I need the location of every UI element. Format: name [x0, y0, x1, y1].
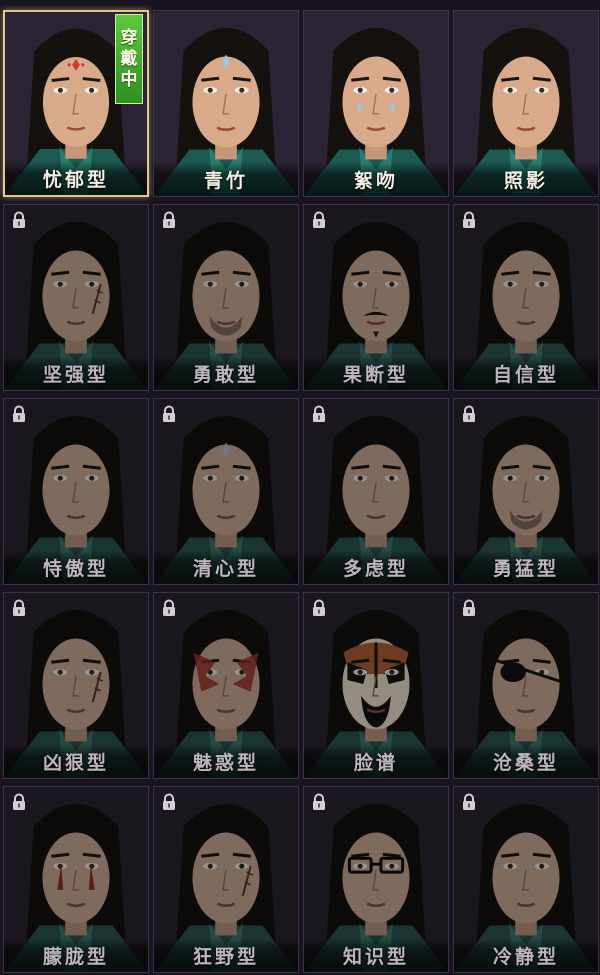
face-style-label: 知识型 [342, 945, 409, 968]
card-label-bar: 勇猛型 [454, 550, 598, 584]
face-style-label: 絮吻 [353, 169, 398, 192]
face-style-card[interactable]: 照影 [453, 10, 599, 197]
face-style-card[interactable]: 勇敢型 [153, 204, 299, 391]
face-style-label: 忧郁型 [42, 168, 109, 191]
face-style-label: 果断型 [342, 363, 409, 386]
card-label-bar: 多虑型 [304, 550, 448, 584]
face-style-card[interactable]: 凶狠型 [3, 592, 149, 779]
face-style-card[interactable]: 絮吻 [303, 10, 449, 197]
face-style-card[interactable]: 狂野型 [153, 786, 299, 973]
face-style-label: 坚强型 [42, 363, 109, 386]
card-label-bar: 青竹 [154, 162, 298, 196]
face-style-card[interactable]: 穿戴中忧郁型 [3, 10, 149, 197]
lock-icon [460, 793, 478, 811]
lock-icon [460, 599, 478, 617]
wearing-badge: 穿戴中 [115, 14, 143, 104]
lock-icon [10, 599, 28, 617]
card-label-bar: 狂野型 [154, 938, 298, 972]
face-style-label: 自信型 [492, 363, 559, 386]
face-style-label: 清心型 [192, 557, 259, 580]
face-style-label: 凶狠型 [42, 751, 109, 774]
face-style-label: 朦胧型 [42, 945, 109, 968]
face-style-label: 魅惑型 [192, 751, 259, 774]
face-style-card[interactable]: 恃傲型 [3, 398, 149, 585]
card-label-bar: 冷静型 [454, 938, 598, 972]
lock-icon [160, 793, 178, 811]
face-style-card[interactable]: 清心型 [153, 398, 299, 585]
card-label-bar: 知识型 [304, 938, 448, 972]
lock-icon [160, 211, 178, 229]
wearing-badge-char: 穿 [120, 27, 138, 48]
card-label-bar: 魅惑型 [154, 744, 298, 778]
wearing-badge-char: 戴 [120, 48, 138, 69]
face-style-label: 冷静型 [492, 945, 559, 968]
face-style-card[interactable]: 自信型 [453, 204, 599, 391]
face-style-label: 青竹 [203, 169, 248, 192]
face-style-card[interactable]: 冷静型 [453, 786, 599, 973]
lock-icon [160, 599, 178, 617]
face-style-label: 恃傲型 [42, 557, 109, 580]
face-style-card[interactable]: 沧桑型 [453, 592, 599, 779]
face-style-card[interactable]: 脸谱 [303, 592, 449, 779]
face-style-card[interactable]: 勇猛型 [453, 398, 599, 585]
face-style-card[interactable]: 青竹 [153, 10, 299, 197]
lock-icon [10, 793, 28, 811]
lock-icon [310, 793, 328, 811]
face-style-grid: 穿戴中忧郁型 青竹 絮吻 照影 坚强型 勇敢型 果断型 自信型 恃傲型 清心型 … [0, 0, 600, 975]
card-label-bar: 自信型 [454, 356, 598, 390]
card-label-bar: 恃傲型 [4, 550, 148, 584]
card-label-bar: 朦胧型 [4, 938, 148, 972]
card-label-bar: 忧郁型 [5, 161, 147, 195]
face-style-card[interactable]: 魅惑型 [153, 592, 299, 779]
lock-icon [460, 405, 478, 423]
card-label-bar: 清心型 [154, 550, 298, 584]
face-style-label: 狂野型 [192, 945, 259, 968]
face-style-label: 勇敢型 [192, 363, 259, 386]
face-style-card[interactable]: 坚强型 [3, 204, 149, 391]
card-label-bar: 絮吻 [304, 162, 448, 196]
card-label-bar: 果断型 [304, 356, 448, 390]
face-style-label: 照影 [503, 169, 548, 192]
lock-icon [310, 405, 328, 423]
card-label-bar: 坚强型 [4, 356, 148, 390]
face-style-label: 脸谱 [353, 751, 398, 774]
lock-icon [310, 211, 328, 229]
lock-icon [10, 405, 28, 423]
lock-icon [10, 211, 28, 229]
card-label-bar: 沧桑型 [454, 744, 598, 778]
lock-icon [310, 599, 328, 617]
face-style-label: 勇猛型 [492, 557, 559, 580]
lock-icon [460, 211, 478, 229]
face-style-card[interactable]: 果断型 [303, 204, 449, 391]
card-label-bar: 凶狠型 [4, 744, 148, 778]
lock-icon [160, 405, 178, 423]
face-style-card[interactable]: 多虑型 [303, 398, 449, 585]
face-style-card[interactable]: 朦胧型 [3, 786, 149, 973]
card-label-bar: 脸谱 [304, 744, 448, 778]
wearing-badge-char: 中 [120, 69, 138, 90]
card-label-bar: 照影 [454, 162, 598, 196]
card-label-bar: 勇敢型 [154, 356, 298, 390]
face-style-label: 多虑型 [342, 557, 409, 580]
face-style-label: 沧桑型 [492, 751, 559, 774]
face-style-card[interactable]: 知识型 [303, 786, 449, 973]
